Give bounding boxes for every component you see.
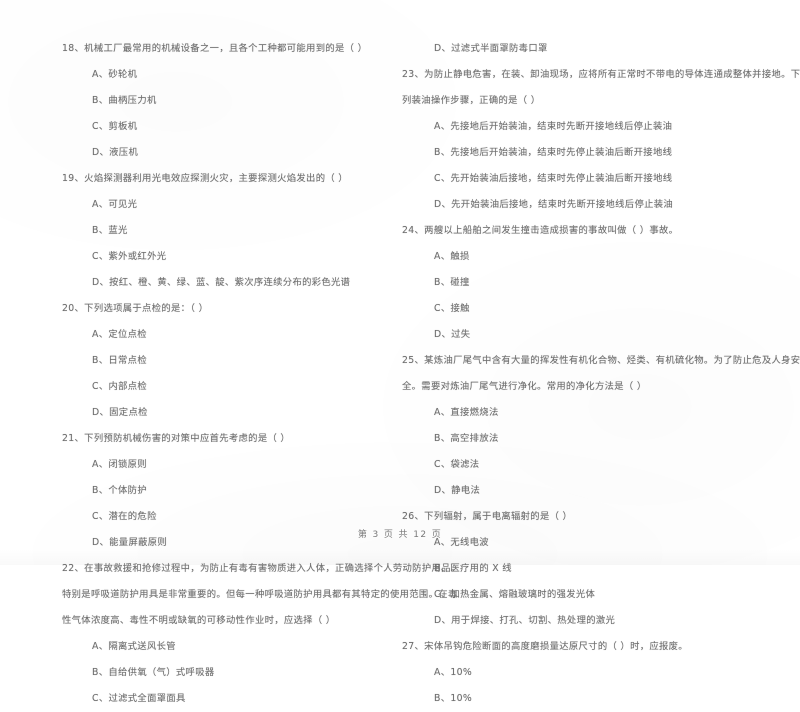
question-column-right: D、过滤式半面罩防毒口罩 23、为防止静电危害，在装、卸油现场，应将所有正常时不带… xyxy=(402,36,800,712)
question-block: 24、两艘以上船舶之间发生撞击造成损害的事故叫做（ ）事故。 A、触损 B、碰撞 C、… xyxy=(402,218,732,348)
question-stem: 25、某炼油厂尾气中含有大量的挥发性有机化合物、烃类、有机硫化物。为了防止危及人… xyxy=(402,355,800,366)
question-stem: 24、两艘以上船舶之间发生撞击造成损害的事故叫做（ ）事故。 xyxy=(402,225,679,236)
question-stem: 26、下列辐射，属于电离辐射的是（ ） xyxy=(402,511,573,522)
question-option[interactable]: C、袋滤法 xyxy=(402,452,732,478)
question-block: 20、下列选项属于点检的是：（ ） A、定位点检 B、日常点检 C、内部点检 D、固定点… xyxy=(62,296,392,426)
question-option[interactable]: A、直接燃烧法 xyxy=(402,400,732,426)
question-option[interactable]: A、10% xyxy=(402,660,732,686)
question-option[interactable]: B、曲柄压力机 xyxy=(62,88,392,114)
question-option[interactable]: D、过滤式半面罩防毒口罩 xyxy=(402,36,732,62)
question-option[interactable]: C、紫外或红外光 xyxy=(62,244,392,270)
question-stem-continuation: 性气体浓度高、毒性不明或缺氧的可移动性作业时，应选择（ ） xyxy=(62,615,336,626)
question-option[interactable]: A、闭锁原则 xyxy=(62,452,392,478)
question-block: 23、为防止静电危害，在装、卸油现场，应将所有正常时不带电的导体连通成整体并接地… xyxy=(402,62,800,218)
question-stem: 19、火焰探测器利用光电效应探测火灾，主要探测火焰发出的（ ） xyxy=(62,173,348,184)
question-option[interactable]: B、个体防护 xyxy=(62,478,392,504)
question-option[interactable]: B、日常点检 xyxy=(62,348,392,374)
question-block: 22、在事故救援和抢修过程中，为防止有毒有害物质进入人体，正确选择个人劳动防护用… xyxy=(62,556,461,712)
two-column-body: 18、机械工厂最常用的机械设备之一，且各个工种都可能用到的是（ ） A、砂轮机 B、… xyxy=(0,0,800,704)
question-option[interactable]: B、先接地后开始装油，结束时先停止装油后断开接地线 xyxy=(402,140,732,166)
question-stem: 27、宋体吊钩危险断面的高度磨损量达原尺寸的（ ）时，应报废。 xyxy=(402,641,688,652)
question-block: 19、火焰探测器利用光电效应探测火灾，主要探测火焰发出的（ ） A、可见光 B、蓝光… xyxy=(62,166,392,296)
question-option[interactable]: A、定位点检 xyxy=(62,322,392,348)
question-option[interactable]: B、蓝光 xyxy=(62,218,392,244)
question-block: D、过滤式半面罩防毒口罩 xyxy=(402,36,732,62)
question-stem-continuation: 全。需要对炼油厂尾气进行净化。常用的净化方法是（ ） xyxy=(402,381,647,392)
question-stem: 18、机械工厂最常用的机械设备之一，且各个工种都可能用到的是（ ） xyxy=(62,43,368,54)
question-block: 27、宋体吊钩危险断面的高度磨损量达原尺寸的（ ）时，应报废。 A、10% B、10… xyxy=(402,634,732,712)
question-option[interactable]: D、先开始装油后接地，结束时先断开接地线后停止装油 xyxy=(402,192,732,218)
question-option[interactable]: A、砂轮机 xyxy=(62,62,392,88)
question-stem: 21、下列预防机械伤害的对策中应首先考虑的是（ ） xyxy=(62,433,291,444)
question-option[interactable]: B、自给供氧（气）式呼吸器 xyxy=(62,660,392,686)
question-option[interactable]: A、隔离式送风长管 xyxy=(62,634,392,660)
question-option[interactable]: C、过滤式全面罩面具 xyxy=(62,686,392,712)
question-option[interactable]: D、静电法 xyxy=(402,478,732,504)
page-footer: 第 3 页 共 12 页 xyxy=(0,528,800,542)
question-option[interactable]: C、内部点检 xyxy=(62,374,392,400)
question-block: 25、某炼油厂尾气中含有大量的挥发性有机化合物、烃类、有机硫化物。为了防止危及人… xyxy=(402,348,800,504)
question-stem-continuation: 列装油操作步骤，正确的是（ ） xyxy=(402,95,541,106)
question-option[interactable]: C、接触 xyxy=(402,296,732,322)
question-option[interactable]: B、医疗用的 X 线 xyxy=(402,556,732,582)
question-option[interactable]: D、按红、橙、黄、绿、蓝、靛、紫次序连续分布的彩色光谱 xyxy=(62,270,392,296)
question-option[interactable]: D、过失 xyxy=(402,322,732,348)
question-stem: 23、为防止静电危害，在装、卸油现场，应将所有正常时不带电的导体连通成整体并接地… xyxy=(402,69,800,80)
question-option[interactable]: A、先接地后开始装油，结束时先断开接地线后停止装油 xyxy=(402,114,732,140)
scanned-page-sheet: 18、机械工厂最常用的机械设备之一，且各个工种都可能用到的是（ ） A、砂轮机 B、… xyxy=(0,0,800,704)
question-option[interactable]: A、可见光 xyxy=(62,192,392,218)
page-number-label: 第 3 页 共 12 页 xyxy=(357,530,443,540)
question-option[interactable]: C、先开始装油后接地，结束时先停止装油后断开接地线 xyxy=(402,166,732,192)
question-option[interactable]: D、固定点检 xyxy=(62,400,392,426)
question-option[interactable]: C、加热金属、熔融玻璃时的强发光体 xyxy=(402,582,732,608)
question-column-left: 18、机械工厂最常用的机械设备之一，且各个工种都可能用到的是（ ） A、砂轮机 B、… xyxy=(62,36,461,712)
question-option[interactable]: C、潜在的危险 xyxy=(62,504,392,530)
question-option[interactable]: B、10% xyxy=(402,686,732,712)
question-option[interactable]: C、剪板机 xyxy=(62,114,392,140)
question-option[interactable]: B、高空排放法 xyxy=(402,426,732,452)
question-option[interactable]: A、触损 xyxy=(402,244,732,270)
question-block: 26、下列辐射，属于电离辐射的是（ ） A、无线电波 B、医疗用的 X 线 C、加热金… xyxy=(402,504,732,634)
question-option[interactable]: B、碰撞 xyxy=(402,270,732,296)
question-block: 18、机械工厂最常用的机械设备之一，且各个工种都可能用到的是（ ） A、砂轮机 B、… xyxy=(62,36,392,166)
question-stem: 22、在事故救援和抢修过程中，为防止有毒有害物质进入人体，正确选择个人劳动防护用… xyxy=(62,563,461,574)
question-stem: 20、下列选项属于点检的是：（ ） xyxy=(62,303,209,314)
question-stem-continuation: 特别是呼吸道防护用具是非常重要的。但每一种呼吸道防护用具都有其特定的使用范围。在… xyxy=(62,589,458,600)
question-option[interactable]: D、用于焊接、打孔、切割、热处理的激光 xyxy=(402,608,732,634)
question-option[interactable]: D、液压机 xyxy=(62,140,392,166)
